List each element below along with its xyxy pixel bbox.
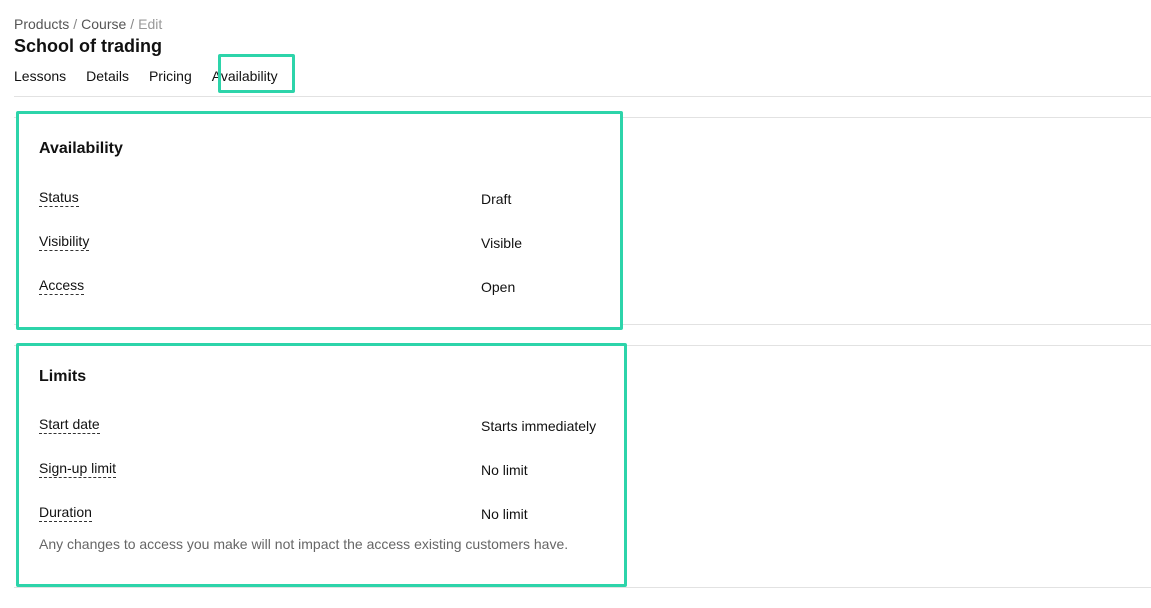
sign-up-limit-value: No limit xyxy=(481,462,528,478)
breadcrumb-current: Edit xyxy=(138,16,163,32)
sign-up-limit-label[interactable]: Sign-up limit xyxy=(39,460,117,478)
status-label[interactable]: Status xyxy=(39,189,79,207)
tab-details[interactable]: Details xyxy=(86,68,129,84)
tab-pricing[interactable]: Pricing xyxy=(149,68,192,84)
tab-bar: Lessons Details Pricing Availability xyxy=(14,64,298,88)
availability-card: Availability Status Draft Visibility Vis… xyxy=(16,111,623,330)
access-value: Open xyxy=(481,279,516,295)
tab-availability[interactable]: Availability xyxy=(212,68,278,84)
breadcrumb-separator: / xyxy=(130,16,135,32)
breadcrumb: Products / Course / Edit xyxy=(14,16,162,32)
section-divider-bottom xyxy=(14,587,1151,588)
access-label[interactable]: Access xyxy=(39,277,85,295)
start-date-value: Starts immediately xyxy=(481,418,597,434)
breadcrumb-separator: / xyxy=(73,16,78,32)
access-change-note: Any changes to access you make will not … xyxy=(39,536,569,552)
start-date-label[interactable]: Start date xyxy=(39,416,100,434)
duration-label[interactable]: Duration xyxy=(39,504,92,522)
tabs-divider xyxy=(14,96,1151,97)
duration-value: No limit xyxy=(481,506,528,522)
breadcrumb-item-products[interactable]: Products xyxy=(14,16,69,32)
breadcrumb-item-course[interactable]: Course xyxy=(81,16,126,32)
limits-card: Limits Start date Starts immediately Sig… xyxy=(16,343,627,587)
status-value: Draft xyxy=(481,191,512,207)
availability-title: Availability xyxy=(39,140,123,157)
visibility-label[interactable]: Visibility xyxy=(39,233,90,251)
tab-lessons[interactable]: Lessons xyxy=(14,68,66,84)
visibility-value: Visible xyxy=(481,235,522,251)
page-title: School of trading xyxy=(14,36,162,56)
limits-title: Limits xyxy=(39,368,87,385)
